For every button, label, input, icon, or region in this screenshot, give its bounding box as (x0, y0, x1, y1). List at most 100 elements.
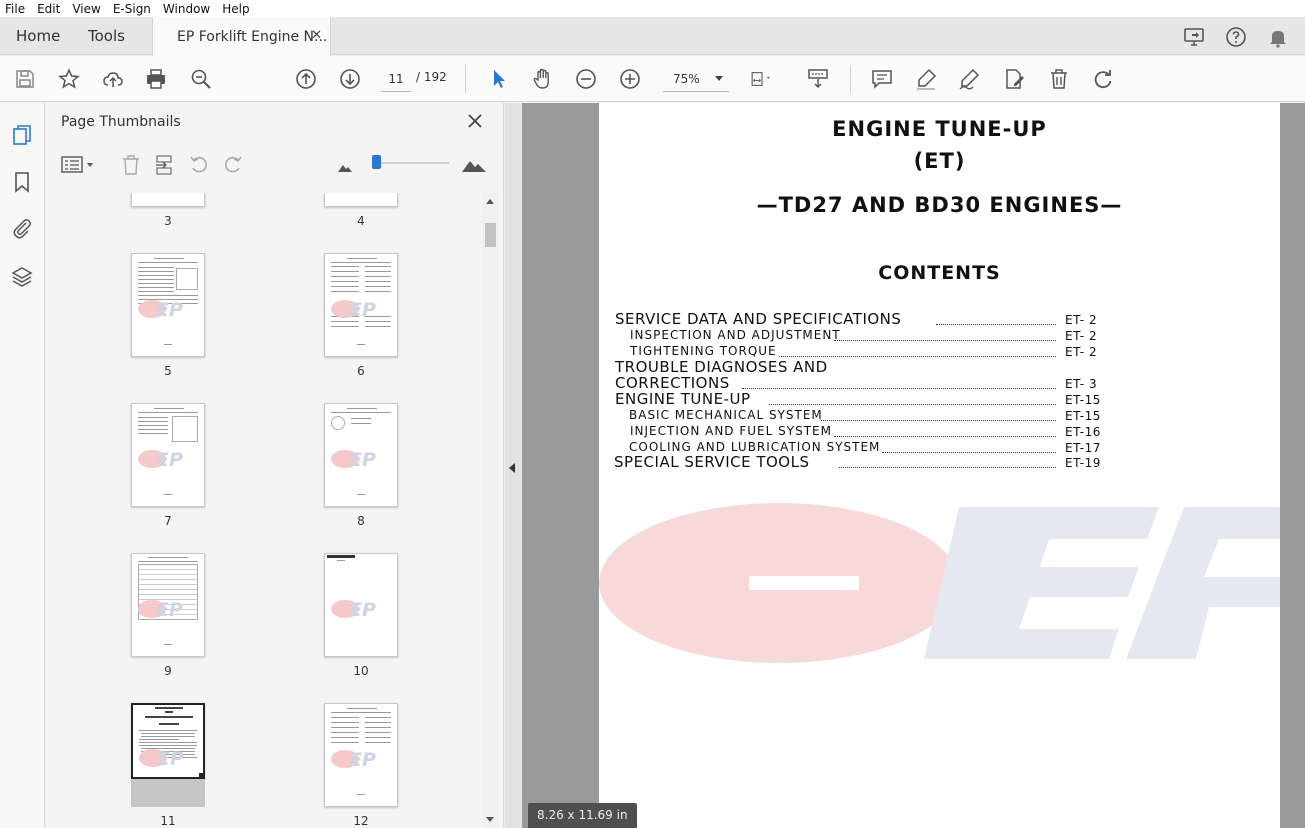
toc-page-number: ET-15 (1065, 409, 1101, 423)
watermark-logo: EP (329, 748, 395, 771)
large-thumbnail-mountain-icon[interactable] (461, 156, 487, 174)
toc-entry[interactable]: TIGHTENING TORQUE (630, 344, 777, 358)
menu-esign[interactable]: E-Sign (113, 2, 151, 16)
bookmarks-icon[interactable] (10, 170, 34, 194)
toc-leader (821, 420, 1056, 421)
scroll-up-icon[interactable] (486, 199, 494, 204)
thumbnail-options-icon[interactable] (61, 154, 95, 176)
toc-leader (769, 404, 1056, 405)
thumbnail-page-11-bottom (131, 779, 205, 807)
menu-help[interactable]: Help (222, 2, 249, 16)
page-thumbnails-icon[interactable] (10, 123, 34, 147)
thumbnail-scrollbar[interactable] (482, 193, 498, 828)
menu-window[interactable]: Window (163, 2, 210, 16)
notification-bell-icon[interactable] (1266, 25, 1290, 49)
watermark-logo: EP (329, 448, 395, 471)
toc-entry[interactable]: COOLING AND LUBRICATION SYSTEM (629, 440, 880, 454)
toc-entry[interactable]: SERVICE DATA AND SPECIFICATIONS (615, 310, 901, 328)
toc-leader (936, 324, 1056, 325)
thumbnail-page-5[interactable]: EP (131, 253, 205, 357)
thumbnail-page-10[interactable]: EP (324, 553, 398, 657)
menu-edit[interactable]: Edit (37, 2, 60, 16)
delete-page-icon[interactable] (120, 154, 142, 176)
page-fit-icon[interactable] (750, 67, 784, 91)
tab-tools[interactable]: Tools (88, 17, 125, 55)
page-number-input[interactable] (381, 66, 411, 92)
menu-bar: File Edit View E-Sign Window Help (0, 0, 1305, 17)
thumbnail-size-slider[interactable] (373, 162, 449, 164)
thumbnail-label: 8 (357, 514, 365, 528)
close-panel-icon[interactable] (465, 111, 485, 131)
toc-page-number: ET-15 (1065, 393, 1101, 407)
save-icon[interactable] (13, 67, 37, 91)
previous-page-icon[interactable] (294, 67, 318, 91)
thumbnail-label: 12 (353, 814, 369, 828)
toc-entry[interactable]: INSPECTION AND ADJUSTMENT (630, 328, 841, 342)
next-page-icon[interactable] (338, 67, 362, 91)
toc-page-number: ET-19 (1065, 456, 1101, 470)
toc-entry[interactable]: BASIC MECHANICAL SYSTEM (629, 408, 823, 422)
toc-page-number: ET- 2 (1065, 313, 1098, 327)
toc-entry[interactable]: ENGINE TUNE-UP (615, 390, 751, 408)
edit-document-icon[interactable] (1002, 67, 1026, 91)
hand-tool-icon[interactable] (530, 67, 554, 91)
scroll-down-icon[interactable] (486, 817, 494, 822)
tab-document[interactable]: EP Forklift Engine N... ✕ (152, 17, 331, 56)
comment-icon[interactable] (870, 67, 894, 91)
thumbnail-grid: 3 4 EP 5 EP 6 EP 7 EP 8 EP 9 EP 10 EP 11… (45, 193, 482, 828)
page-thumbnails-panel: Page Thumbnails 3 4 EP 5 EP 6 EP 7 EP 8 … (45, 103, 504, 828)
zoom-out-icon[interactable] (574, 67, 598, 91)
thumbnail-page-3[interactable] (131, 193, 205, 207)
small-thumbnail-mountain-icon[interactable] (337, 159, 353, 173)
bookmark-star-icon[interactable] (57, 67, 81, 91)
delete-trash-icon[interactable] (1047, 67, 1071, 91)
help-icon[interactable] (1224, 25, 1248, 49)
page-total: / 192 (416, 70, 447, 84)
highlight-pen-icon[interactable] (914, 67, 938, 91)
thumbnail-page-8[interactable]: EP (324, 403, 398, 507)
upload-cloud-icon[interactable] (101, 67, 125, 91)
thumbnail-page-9[interactable]: EP (131, 553, 205, 657)
thumbnail-page-4[interactable] (324, 193, 398, 207)
scroll-mode-icon[interactable] (806, 67, 830, 91)
thumbnail-page-12[interactable]: EP (324, 703, 398, 807)
watermark-logo: EP (329, 298, 395, 321)
left-navigation-rail (0, 103, 45, 828)
chevron-down-icon (715, 76, 723, 81)
draw-sign-icon[interactable] (957, 67, 981, 91)
menu-file[interactable]: File (5, 2, 25, 16)
insert-page-icon[interactable] (154, 154, 176, 176)
redo-rotate-icon[interactable] (1091, 67, 1115, 91)
rotate-right-icon[interactable] (222, 154, 244, 176)
toc-entry[interactable]: INJECTION AND FUEL SYSTEM (630, 424, 832, 438)
print-icon[interactable] (144, 67, 168, 91)
pdf-page: ENGINE TUNE-UP (ET) —TD27 AND BD30 ENGIN… (599, 103, 1280, 828)
zoom-level-select[interactable]: 75% (663, 66, 729, 92)
watermark-logo: EP (137, 747, 203, 770)
toolbar-divider (465, 65, 466, 93)
thumbnail-size-slider-handle[interactable] (372, 155, 381, 169)
tab-bar: Home Tools EP Forklift Engine N... ✕ (0, 17, 1305, 56)
search-zoom-icon[interactable] (189, 67, 213, 91)
scrollbar-thumb[interactable] (485, 223, 496, 247)
toc-page-number: ET- 3 (1065, 377, 1098, 391)
toc-page-number: ET-16 (1065, 425, 1101, 439)
toc-entry[interactable]: SPECIAL SERVICE TOOLS (614, 453, 810, 471)
layers-icon[interactable] (10, 265, 34, 289)
rotate-left-icon[interactable] (188, 154, 210, 176)
document-view[interactable]: ENGINE TUNE-UP (ET) —TD27 AND BD30 ENGIN… (505, 103, 1305, 828)
close-tab-icon[interactable]: ✕ (311, 28, 322, 43)
select-cursor-icon[interactable] (487, 67, 511, 91)
thumbnail-page-11-selected[interactable]: EP (131, 703, 205, 779)
attachments-paperclip-icon[interactable] (10, 216, 34, 240)
toc-leader (839, 467, 1056, 468)
contents-heading: CONTENTS (878, 262, 1001, 284)
share-screen-icon[interactable] (1182, 25, 1206, 49)
collapse-panel-arrow-icon[interactable] (509, 463, 515, 473)
zoom-in-icon[interactable] (618, 67, 642, 91)
document-title: ENGINE TUNE-UP (832, 117, 1047, 141)
thumbnail-page-7[interactable]: EP (131, 403, 205, 507)
thumbnail-page-6[interactable]: EP (324, 253, 398, 357)
menu-view[interactable]: View (72, 2, 100, 16)
tab-home[interactable]: Home (16, 17, 60, 55)
